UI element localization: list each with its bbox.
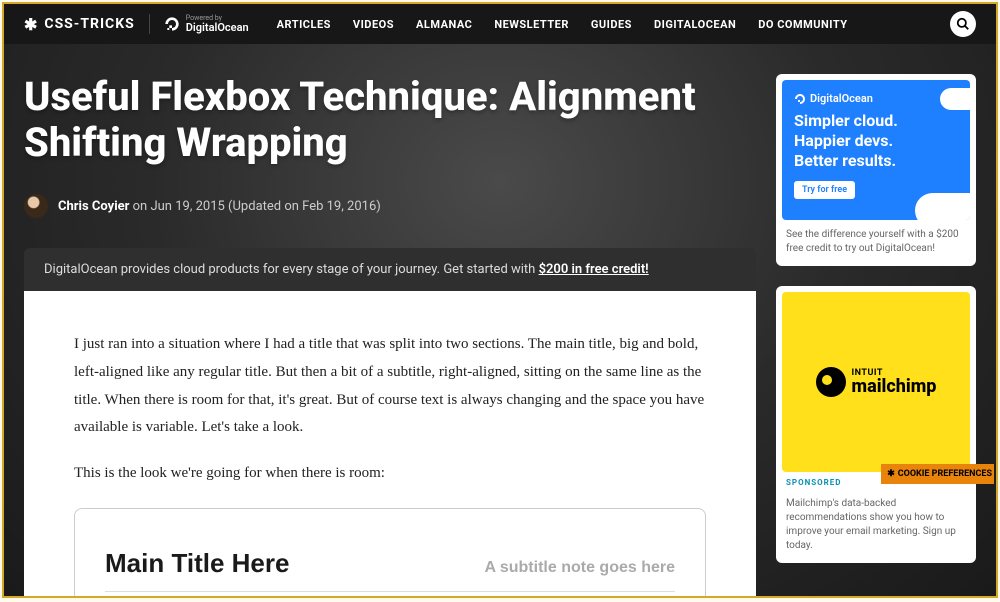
cookie-label: COOKIE PREFERENCES [898, 469, 992, 479]
ad-brand: DigitalOcean [810, 92, 873, 105]
main-nav: ARTICLES VIDEOS ALMANAC NEWSLETTER GUIDE… [277, 18, 848, 31]
promo-banner: DigitalOcean provides cloud products for… [24, 248, 756, 291]
ad-line-2: Happier devs. [794, 131, 958, 151]
search-button[interactable] [950, 11, 976, 37]
main-column: Useful Flexbox Technique: Alignment Shif… [24, 74, 756, 598]
promo-link[interactable]: $200 in free credit! [539, 262, 649, 277]
paragraph-2: This is the look we're going for when th… [74, 460, 706, 488]
ad-cta-button[interactable]: Try for free [794, 181, 855, 199]
top-navigation: ✱ CSS-TRICKS Powered by DigitalOcean ART… [4, 4, 996, 44]
mailchimp-ad[interactable]: INTUIT mailchimp [782, 292, 970, 472]
nav-newsletter[interactable]: NEWSLETTER [494, 18, 569, 31]
nav-videos[interactable]: VIDEOS [353, 18, 394, 31]
ad-line-1: Simpler cloud. [794, 111, 958, 131]
digitalocean-icon [164, 16, 180, 32]
byline-date: on Jun 19, 2015 (Updated on Feb 19, 2016… [129, 199, 380, 214]
site-logo[interactable]: ✱ CSS-TRICKS [24, 15, 135, 34]
asterisk-icon: ✱ [887, 469, 895, 479]
sidebar: DigitalOcean Simpler cloud. Happier devs… [776, 74, 976, 598]
promo-text: DigitalOcean provides cloud products for… [44, 262, 539, 277]
page-title: Useful Flexbox Technique: Alignment Shif… [24, 74, 756, 166]
mailchimp-monkey-icon [816, 367, 846, 397]
asterisk-icon: ✱ [24, 15, 38, 34]
nav-guides[interactable]: GUIDES [591, 18, 632, 31]
paragraph-1: I just ran into a situation where I had … [74, 331, 706, 442]
demo-box: Main Title Here A subtitle note goes her… [74, 508, 706, 598]
divider [149, 14, 150, 34]
cloud-icon [940, 88, 970, 110]
article-body: I just ran into a situation where I had … [24, 291, 756, 598]
demo-subtitle: A subtitle note goes here [484, 553, 675, 583]
nav-do-community[interactable]: DO COMMUNITY [758, 18, 847, 31]
mailchimp-caption: Mailchimp's data-backed recommendations … [782, 489, 970, 557]
author-avatar[interactable] [24, 194, 48, 218]
ad-line-3: Better results. [794, 151, 958, 171]
digitalocean-ad-card: DigitalOcean Simpler cloud. Happier devs… [776, 74, 976, 266]
nav-digitalocean[interactable]: DIGITALOCEAN [654, 18, 736, 31]
ad-caption: See the difference yourself with a $200 … [782, 220, 970, 260]
cloud-icon [915, 193, 970, 220]
demo-main-title: Main Title Here [105, 539, 289, 587]
author-name[interactable]: Chris Coyier [58, 199, 129, 214]
site-name: CSS-TRICKS [44, 16, 134, 32]
mailchimp-ad-card: INTUIT mailchimp SPONSORED Mailchimp's d… [776, 286, 976, 563]
mailchimp-name: mailchimp [852, 378, 937, 396]
digitalocean-icon [794, 93, 806, 105]
partner-name: DigitalOcean [186, 22, 249, 33]
nav-articles[interactable]: ARTICLES [277, 18, 331, 31]
digitalocean-logo[interactable]: Powered by DigitalOcean [164, 15, 249, 33]
byline: Chris Coyier on Jun 19, 2015 (Updated on… [24, 194, 756, 218]
cookie-preferences-button[interactable]: ✱ COOKIE PREFERENCES [881, 464, 994, 484]
digitalocean-ad[interactable]: DigitalOcean Simpler cloud. Happier devs… [782, 80, 970, 220]
nav-almanac[interactable]: ALMANAC [416, 18, 472, 31]
search-icon [956, 17, 970, 31]
